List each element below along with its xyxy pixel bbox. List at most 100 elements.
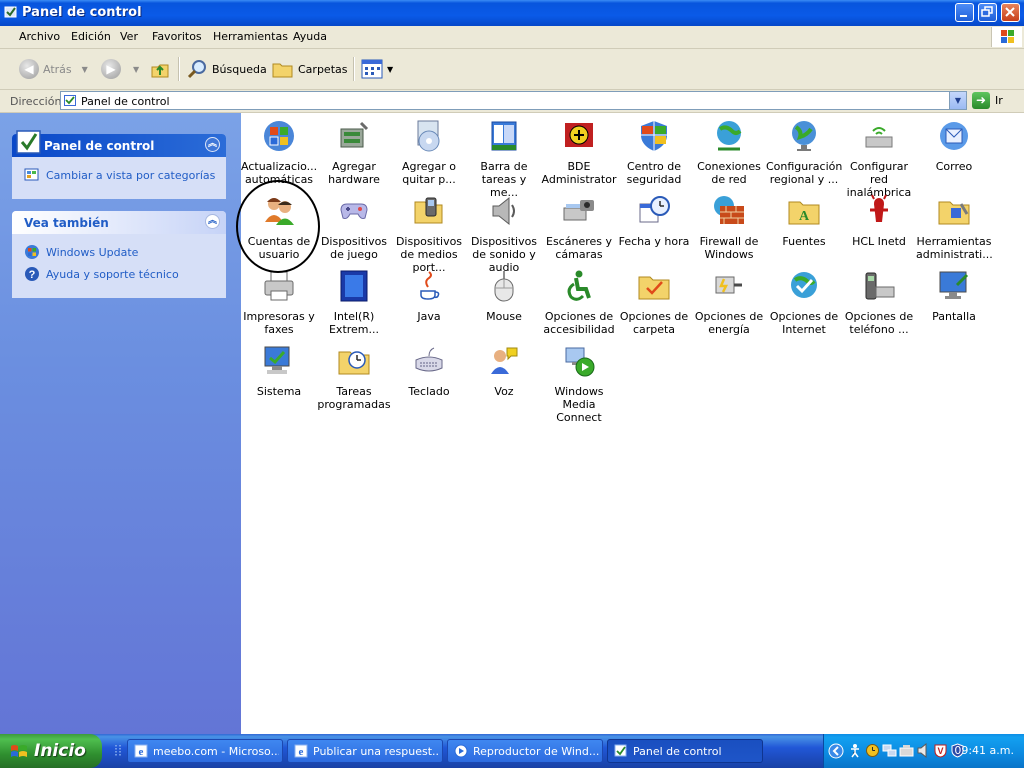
item-hcl-inetd[interactable]: HCL Inetd — [841, 194, 917, 248]
item-date-time[interactable]: Fecha y hora — [616, 194, 692, 248]
task-meebo[interactable]: e meebo.com - Microso... — [127, 739, 283, 763]
item-printers-faxes[interactable]: Impresoras y faxes — [241, 269, 317, 336]
chevron-down-icon[interactable]: ▼ — [133, 65, 139, 74]
collapse-icon[interactable]: ︽ — [205, 137, 220, 152]
item-mouse[interactable]: Mouse — [466, 269, 542, 323]
item-folder-options[interactable]: Opciones de carpeta — [616, 269, 692, 336]
task-pane: Panel de control ︽ Cambiar a vista por c… — [0, 113, 241, 734]
hcl-inetd-icon — [870, 194, 888, 222]
item-speech[interactable]: Voz — [466, 344, 542, 398]
start-button[interactable]: Inicio — [0, 734, 102, 768]
views-button[interactable]: ▼ — [361, 58, 393, 80]
close-button[interactable] — [1001, 3, 1020, 22]
restore-button[interactable] — [978, 3, 997, 22]
back-button[interactable]: ◀ Atrás ▼ — [19, 58, 88, 80]
title-bar[interactable]: Panel de control — [0, 0, 1024, 26]
chevron-down-icon[interactable]: ▼ — [387, 65, 393, 74]
menu-favoritos[interactable]: Favoritos — [152, 30, 202, 43]
svg-text:A: A — [799, 209, 810, 224]
item-mail[interactable]: Correo — [916, 119, 992, 173]
item-regional-settings[interactable]: Configuración regional y ... — [766, 119, 842, 186]
task-control-panel[interactable]: Panel de control — [607, 739, 763, 763]
item-taskbar-start-menu[interactable]: Barra de tareas y me... — [466, 119, 542, 199]
chevron-down-icon[interactable]: ▼ — [82, 65, 88, 74]
go-button[interactable]: ➜ Ir — [972, 92, 1003, 109]
quick-launch-grip-icon[interactable] — [113, 743, 125, 759]
menu-archivo[interactable]: Archivo — [19, 30, 60, 43]
taskbar: Inicio e meebo.com - Microso... e Public… — [0, 734, 1024, 768]
control-panel-box: Panel de control ︽ Cambiar a vista por c… — [12, 130, 226, 199]
java-icon — [420, 271, 440, 300]
windows-update-icon — [25, 245, 39, 259]
menu-ayuda[interactable]: Ayuda — [293, 30, 327, 43]
menu-edicion[interactable]: Edición — [71, 30, 111, 43]
item-power-options[interactable]: Opciones de energía — [691, 269, 767, 336]
accessibility-icon — [567, 270, 591, 301]
system-icon — [264, 346, 290, 374]
control-panel-box-header[interactable]: Panel de control ︽ — [12, 130, 226, 157]
item-add-hardware[interactable]: Agregar hardware — [316, 119, 392, 186]
item-phone-modem-options[interactable]: Opciones de teléfono ... — [841, 269, 917, 336]
item-bde-administrator[interactable]: BDE Administrator — [541, 119, 617, 186]
clock-tray-icon[interactable] — [865, 743, 880, 758]
antivirus-tray-icon[interactable]: V — [933, 743, 948, 758]
item-administrative-tools[interactable]: Herramientas administrati... — [916, 194, 993, 261]
item-portable-media-devices[interactable]: Dispositivos de medios port... — [391, 194, 467, 274]
minimize-button[interactable] — [955, 3, 974, 22]
search-button[interactable]: Búsqueda — [186, 58, 267, 80]
up-folder-icon — [151, 64, 169, 78]
network-tray-icon[interactable] — [882, 743, 897, 758]
item-display[interactable]: Pantalla — [916, 269, 992, 323]
item-network-connections[interactable]: Conexiones de red — [691, 119, 767, 186]
item-sound-audio-devices[interactable]: Dispositivos de sonido y audio — [466, 194, 542, 274]
keyboard-icon — [415, 347, 443, 372]
address-field[interactable]: Panel de control ▼ — [60, 91, 967, 110]
item-windows-media-connect[interactable]: Windows Media Connect — [541, 344, 617, 424]
forward-button[interactable]: ▶ ▼ — [101, 58, 139, 80]
up-folder-button[interactable] — [150, 58, 170, 80]
item-intel-graphics[interactable]: Intel(R) Extrem... — [316, 269, 392, 336]
address-dropdown-button[interactable]: ▼ — [949, 92, 966, 109]
task-media-player[interactable]: Reproductor de Wind... — [447, 739, 603, 763]
menu-ver[interactable]: Ver — [120, 30, 138, 43]
menu-herramientas[interactable]: Herramientas — [213, 30, 288, 43]
folders-button[interactable]: Carpetas — [272, 58, 347, 80]
item-system[interactable]: Sistema — [241, 344, 317, 398]
system-tray: V 09:41 a.m. — [823, 734, 1024, 768]
task-publicar[interactable]: e Publicar una respuest... — [287, 739, 443, 763]
network-tray-icon[interactable] — [899, 743, 914, 758]
item-scanners-cameras[interactable]: Escáneres y cámaras — [541, 194, 617, 261]
help-support-link[interactable]: ? Ayuda y soporte técnico — [24, 266, 216, 282]
windows-update-link[interactable]: Windows Update — [24, 244, 216, 260]
switch-to-category-view-link[interactable]: Cambiar a vista por categorías — [24, 167, 216, 183]
scanners-cameras-icon — [563, 200, 594, 221]
item-accessibility-options[interactable]: Opciones de accesibilidad — [541, 269, 617, 336]
clock[interactable]: 09:41 a.m. — [954, 744, 1014, 757]
item-automatic-updates[interactable]: Actualizacio... automáticas — [241, 119, 317, 186]
sound-icon — [492, 196, 515, 226]
item-internet-options[interactable]: Opciones de Internet — [766, 269, 842, 336]
item-add-remove-programs[interactable]: Agregar o quitar p... — [391, 119, 467, 186]
accessibility-tray-icon[interactable] — [848, 743, 863, 758]
control-panel-icon — [4, 6, 17, 18]
item-java[interactable]: Java — [391, 269, 467, 323]
tray-expand-icon[interactable] — [828, 743, 844, 759]
item-wireless-network[interactable]: Configurar red inalámbrica — [841, 119, 917, 199]
media-connect-icon — [565, 347, 595, 377]
network-connections-icon — [717, 121, 742, 151]
item-game-controllers[interactable]: Dispositivos de juego — [316, 194, 392, 261]
item-fonts[interactable]: A Fuentes — [766, 194, 842, 248]
volume-tray-icon[interactable] — [916, 743, 931, 758]
automatic-updates-icon — [264, 121, 294, 151]
see-also-box-header[interactable]: Vea también ︽ — [12, 211, 226, 234]
menu-bar: Archivo Edición Ver Favoritos Herramient… — [0, 26, 1024, 49]
item-keyboard[interactable]: Teclado — [391, 344, 467, 398]
collapse-icon[interactable]: ︽ — [205, 214, 220, 229]
item-security-center[interactable]: Centro de seguridad — [616, 119, 692, 186]
item-user-accounts[interactable]: Cuentas de usuario — [241, 194, 317, 261]
taskbar-icon — [491, 121, 517, 151]
address-bar: Dirección Panel de control ▼ ➜ Ir — [0, 90, 1024, 113]
help-icon: ? — [25, 267, 39, 281]
item-windows-firewall[interactable]: Firewall de Windows — [691, 194, 767, 261]
item-scheduled-tasks[interactable]: Tareas programadas — [316, 344, 392, 411]
